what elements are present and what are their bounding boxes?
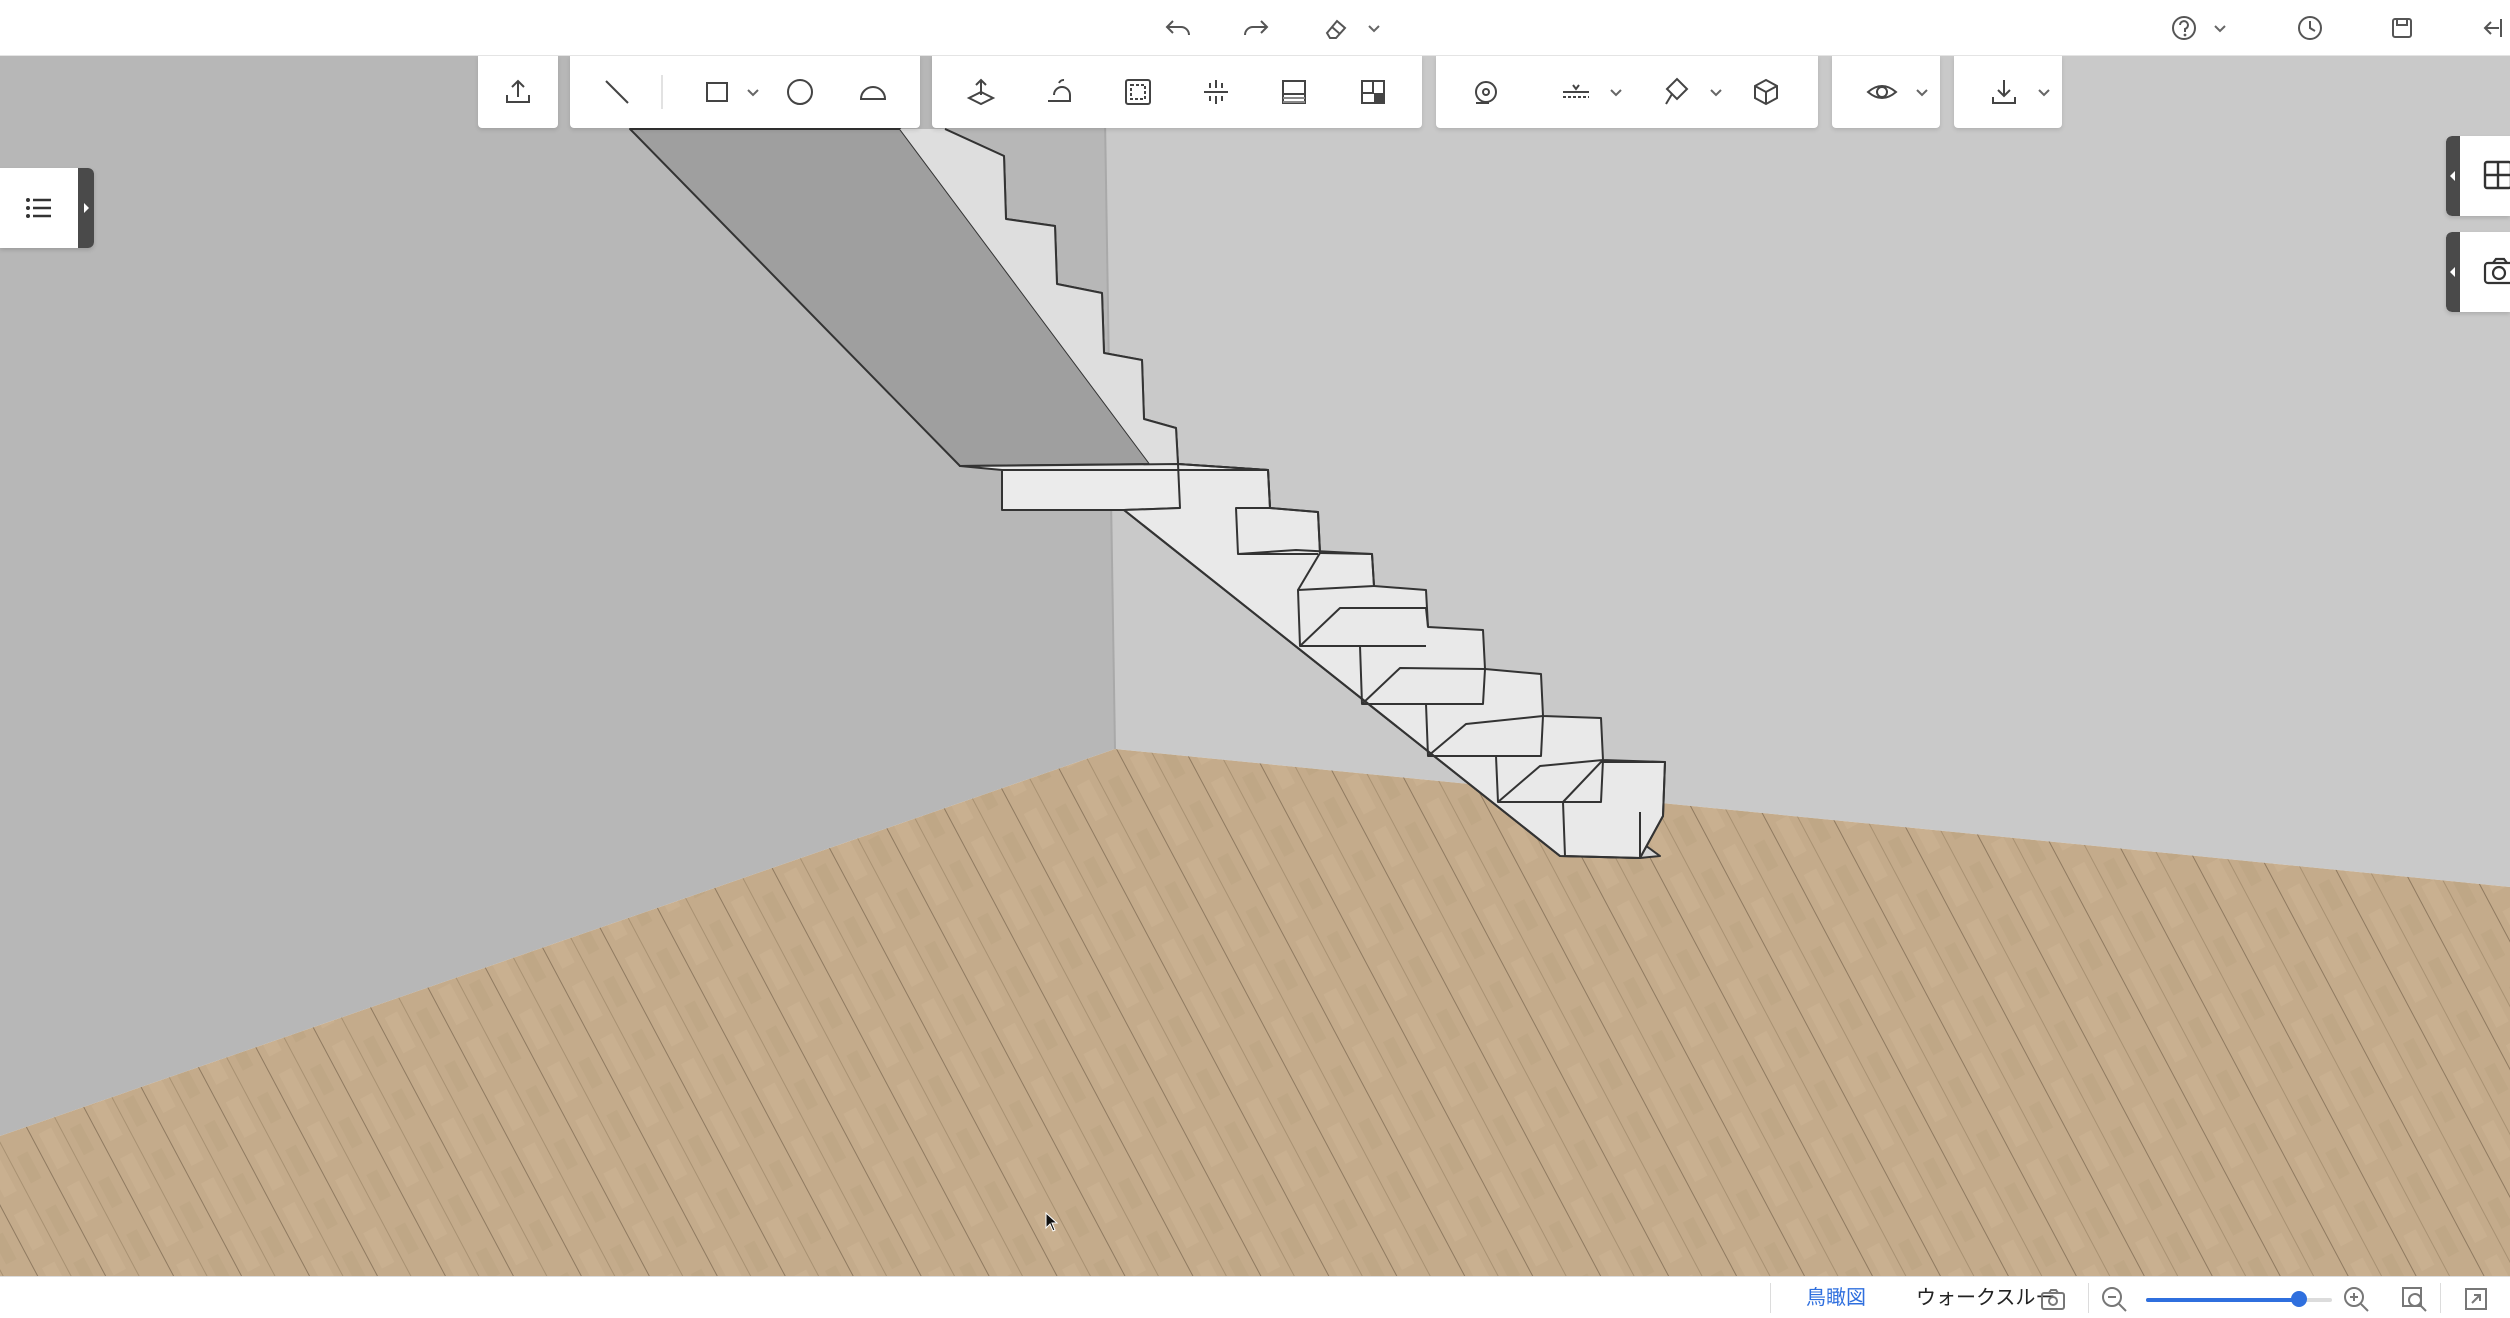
download-chevron-icon[interactable]: [2036, 84, 2052, 100]
camera-icon: [2483, 257, 2510, 285]
zoom-extents-icon[interactable]: [2400, 1285, 2428, 1313]
eraser-options-chevron-icon[interactable]: [1364, 8, 1384, 48]
3d-viewport[interactable]: [0, 56, 2510, 1276]
list-icon: [26, 198, 51, 218]
fullscreen-icon[interactable]: [2462, 1285, 2490, 1313]
circle-icon[interactable]: [763, 56, 836, 128]
view-chevron-icon[interactable]: [1914, 84, 1930, 100]
zoom-out-icon[interactable]: [2100, 1285, 2128, 1313]
eraser-icon[interactable]: [1318, 8, 1354, 48]
bottom-divider: [2440, 1283, 2441, 1313]
export-toolbar: [1954, 56, 2062, 128]
line-icon[interactable]: [580, 56, 653, 128]
upload-icon[interactable]: [478, 56, 558, 128]
redo-icon[interactable]: [1238, 8, 1274, 48]
section-icon[interactable]: [1255, 56, 1333, 128]
layout-icon: [2483, 160, 2510, 190]
view-mode-walkthrough[interactable]: ウォークスルー: [1916, 1287, 2055, 1309]
modify-toolbar: [932, 56, 1422, 128]
zoom-slider[interactable]: [2146, 1291, 2332, 1307]
right-panel-handle[interactable]: [2446, 232, 2460, 312]
dimension-icon[interactable]: [1526, 56, 1626, 128]
push-pull-icon[interactable]: [942, 56, 1020, 128]
right-panel-camera-tab[interactable]: [2446, 232, 2510, 312]
help-chevron-icon[interactable]: [2210, 8, 2230, 48]
download-icon[interactable]: [1954, 56, 2054, 128]
room-scene: [0, 56, 2510, 1276]
tape-measure-icon[interactable]: [1446, 56, 1526, 128]
dimension-chevron-icon[interactable]: [1608, 84, 1624, 100]
top-bar: [0, 0, 2510, 56]
help-icon[interactable]: [2166, 8, 2202, 48]
view-mode-birdseye[interactable]: 鳥瞰図: [1806, 1287, 1866, 1309]
paint-chevron-icon[interactable]: [1708, 84, 1724, 100]
zoom-in-icon[interactable]: [2342, 1285, 2370, 1313]
follow-me-icon[interactable]: [1020, 56, 1098, 128]
zoom-slider-knob[interactable]: [2290, 1291, 2307, 1307]
view-icon[interactable]: [1832, 56, 1932, 128]
right-panel-layout-tab[interactable]: [2446, 136, 2510, 216]
paint-icon[interactable]: [1626, 56, 1726, 128]
mouse-cursor-icon: [1045, 1212, 1059, 1232]
chevron-left-icon: [2450, 171, 2455, 181]
camera-settings-icon[interactable]: [2040, 1285, 2068, 1313]
tile-icon[interactable]: [1334, 56, 1412, 128]
rectangle-icon[interactable]: [671, 56, 763, 128]
bottom-divider: [2088, 1283, 2089, 1313]
draw-toolbar: [570, 56, 920, 128]
import-toolbar: [478, 56, 558, 128]
save-icon[interactable]: [2384, 8, 2420, 48]
chevron-left-icon: [2450, 267, 2455, 277]
chevron-right-icon: [84, 203, 89, 213]
left-panel-handle[interactable]: [78, 168, 94, 248]
offset-icon[interactable]: [1099, 56, 1177, 128]
zoom-slider-fill: [2146, 1298, 2299, 1302]
undo-icon[interactable]: [1160, 8, 1196, 48]
right-panel-handle[interactable]: [2446, 136, 2460, 216]
component-icon[interactable]: [1726, 56, 1806, 128]
bottom-divider: [1770, 1283, 1771, 1313]
exit-icon[interactable]: [2474, 8, 2510, 48]
bottom-bar: 鳥瞰図 ウォークスルー: [0, 1276, 2510, 1318]
back-wall: [1104, 56, 2510, 887]
left-panel-toggle[interactable]: [0, 168, 94, 248]
arc-icon[interactable]: [837, 56, 910, 128]
view-toolbar: [1832, 56, 1940, 128]
toolbar-divider: [661, 75, 664, 109]
rectangle-chevron-icon[interactable]: [745, 84, 761, 100]
history-icon[interactable]: [2292, 8, 2328, 48]
align-icon[interactable]: [1177, 56, 1255, 128]
measure-toolbar: [1436, 56, 1818, 128]
